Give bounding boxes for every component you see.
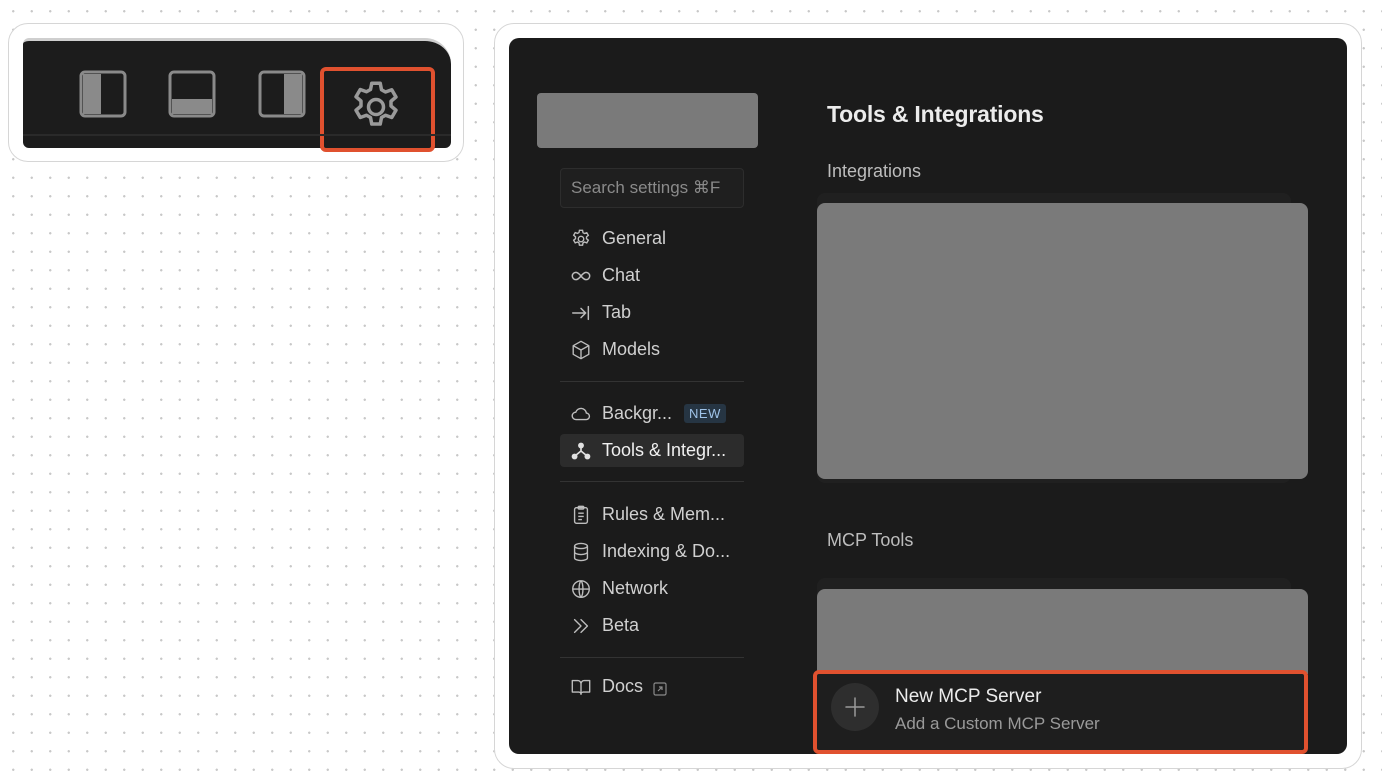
gear-icon[interactable] bbox=[346, 77, 406, 137]
gear-icon bbox=[570, 228, 592, 250]
sidebar-item-tab[interactable]: Tab bbox=[560, 296, 744, 329]
sidebar-item-models[interactable]: Models bbox=[560, 333, 744, 366]
clipboard-icon bbox=[570, 504, 592, 526]
sidebar-item-label: Backgr... bbox=[602, 403, 673, 423]
globe-icon bbox=[570, 578, 592, 600]
page-title: Tools & Integrations bbox=[827, 101, 1044, 127]
new-badge: NEW bbox=[684, 404, 726, 423]
arrow-right-to-bar-icon bbox=[570, 302, 592, 324]
sidebar-divider bbox=[560, 381, 744, 382]
sidebar-item-tools-integrations[interactable]: Tools & Integr... bbox=[560, 434, 744, 467]
book-open-icon bbox=[570, 676, 592, 698]
toggle-bottom-panel-icon[interactable] bbox=[167, 69, 217, 119]
sidebar-item-label: Network bbox=[602, 578, 669, 598]
double-chevron-right-icon bbox=[570, 615, 592, 637]
sidebar-item-beta[interactable]: Beta bbox=[560, 609, 744, 642]
search-settings-input[interactable]: Search settings ⌘F bbox=[560, 168, 744, 208]
title-bar-toolbar bbox=[23, 38, 451, 152]
settings-callout: Search settings ⌘F General Chat Tab Mode… bbox=[494, 23, 1362, 769]
sidebar-item-label: Chat bbox=[602, 265, 641, 285]
sidebar-item-label: General bbox=[602, 228, 667, 248]
sidebar-item-rules-memories[interactable]: Rules & Mem... bbox=[560, 498, 744, 531]
sidebar-item-label: Tools & Integr... bbox=[602, 440, 727, 460]
sidebar-item-label: Indexing & Do... bbox=[602, 541, 731, 561]
infinity-icon bbox=[570, 265, 592, 287]
cube-icon bbox=[570, 339, 592, 361]
sidebar-item-docs[interactable]: Docs bbox=[560, 670, 744, 703]
database-icon bbox=[570, 541, 592, 563]
toolbar-callout bbox=[8, 23, 464, 162]
sidebar-item-label: Rules & Mem... bbox=[602, 504, 726, 524]
sidebar-divider bbox=[560, 657, 744, 658]
sidebar-item-indexing-docs[interactable]: Indexing & Do... bbox=[560, 535, 744, 568]
sidebar-item-label: Models bbox=[602, 339, 661, 359]
new-mcp-highlight-box bbox=[813, 670, 1308, 754]
sidebar-item-network[interactable]: Network bbox=[560, 572, 744, 605]
sidebar-item-label: Docs bbox=[602, 676, 644, 696]
settings-window: Search settings ⌘F General Chat Tab Mode… bbox=[509, 38, 1347, 754]
cloud-icon bbox=[570, 403, 592, 425]
sidebar-item-label: Beta bbox=[602, 615, 640, 635]
integrations-redacted-block bbox=[817, 203, 1308, 479]
sidebar-divider bbox=[560, 481, 744, 482]
sidebar-item-label: Tab bbox=[602, 302, 632, 322]
account-profile-redacted bbox=[537, 93, 758, 148]
mcp-tools-section-label: MCP Tools bbox=[827, 530, 914, 550]
integrations-section-label: Integrations bbox=[827, 161, 922, 181]
sidebar-item-background[interactable]: Backgr... NEW bbox=[560, 397, 744, 430]
sidebar-item-chat[interactable]: Chat bbox=[560, 259, 744, 292]
toggle-right-panel-icon[interactable] bbox=[257, 69, 307, 119]
external-link-icon bbox=[653, 680, 667, 696]
integrations-icon bbox=[570, 440, 592, 462]
toggle-left-panel-icon[interactable] bbox=[78, 69, 128, 119]
sidebar-item-general[interactable]: General bbox=[560, 222, 744, 255]
